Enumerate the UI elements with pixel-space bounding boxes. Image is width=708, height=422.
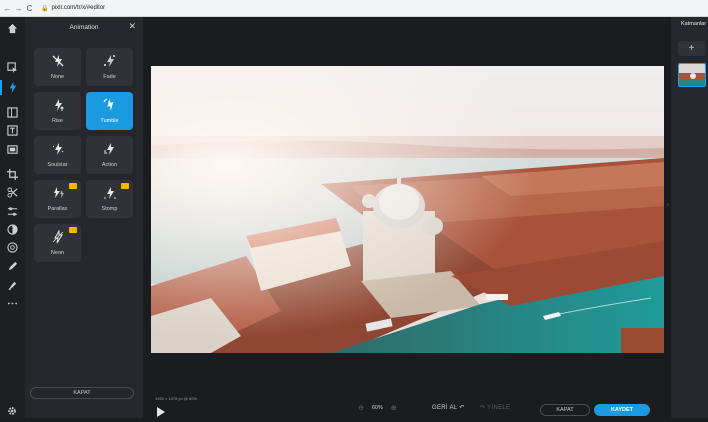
zoom-out-icon[interactable]: ⊖ [358, 404, 364, 412]
save-button[interactable]: KAYDET [594, 404, 650, 416]
tile-label: None [50, 74, 65, 80]
close-icon[interactable]: ✕ [128, 21, 136, 32]
bottom-bar [143, 401, 671, 418]
reload-button[interactable]: C [24, 4, 35, 13]
adjust-icon[interactable] [6, 205, 19, 218]
filter-icon[interactable] [6, 223, 19, 236]
arrange-icon[interactable] [6, 61, 19, 74]
animation-tile-soulstar[interactable]: Soulstar [34, 136, 81, 174]
animation-tile-neon[interactable]: Neon [34, 224, 81, 262]
crop-icon[interactable] [6, 168, 19, 181]
rise-icon [54, 99, 64, 111]
more-icon[interactable] [6, 297, 19, 310]
url-field[interactable]: pixlr.com/tr/x/#editor [51, 5, 105, 11]
zoom-controls: ⊖ 60% ⊕ [358, 404, 397, 412]
soulstar-icon [52, 143, 63, 155]
tile-label: Stomp [101, 206, 118, 212]
settings-gear-icon[interactable] [7, 403, 17, 415]
panel-close-button[interactable]: KAPAT [30, 387, 134, 399]
animation-tile-none[interactable]: None [34, 48, 81, 86]
back-button[interactable]: ← [2, 4, 13, 13]
close-button[interactable]: KAPAT [540, 404, 590, 416]
add-layer-button[interactable]: + [678, 41, 705, 56]
animation-tile-tumble[interactable]: Tumble [86, 92, 133, 130]
liquify-icon[interactable] [6, 279, 19, 292]
no-animation-icon [52, 55, 63, 67]
animation-tile-fade[interactable]: Fade [86, 48, 133, 86]
zoom-value: 60% [371, 405, 383, 411]
animate-icon[interactable] [0, 80, 19, 95]
tile-label: Soulstar [47, 162, 68, 168]
collapse-chevron-icon[interactable]: › [667, 202, 672, 214]
zoom-in-icon[interactable]: ⊕ [391, 404, 397, 412]
premium-badge-icon [69, 183, 77, 189]
tile-label: Tumble [100, 118, 119, 124]
tile-label: Fade [103, 74, 116, 80]
draw-icon[interactable] [6, 260, 19, 273]
premium-badge-icon [69, 227, 77, 233]
tile-label: Rise [51, 118, 63, 124]
forward-button[interactable]: → [13, 4, 24, 13]
text-icon[interactable] [6, 124, 19, 137]
neon-icon [52, 230, 63, 244]
tile-label: Parallax [47, 206, 68, 212]
action-icon [103, 143, 114, 155]
retouch-icon[interactable] [6, 241, 19, 254]
play-icon[interactable] [156, 404, 165, 417]
premium-badge-icon [121, 183, 129, 189]
home-icon[interactable] [6, 22, 19, 35]
canvas-photo[interactable] [151, 66, 664, 353]
layer-thumbnail[interactable] [678, 63, 706, 87]
undo-button[interactable]: GERİ AL ↶ [432, 404, 465, 411]
tool-rail [0, 17, 25, 418]
fade-icon [103, 55, 115, 67]
panel-title: Animation [69, 23, 99, 31]
tile-label: Action [101, 162, 118, 168]
tumble-icon [103, 98, 113, 112]
stomp-icon [103, 187, 116, 199]
browser-url-bar: ← → C 🔒 pixlr.com/tr/x/#editor [0, 0, 708, 17]
cutout-icon[interactable] [6, 186, 19, 199]
animation-tile-parallax[interactable]: Parallax [34, 180, 81, 218]
layout-icon[interactable] [6, 106, 19, 119]
redo-button[interactable]: ↷ YİNELE [480, 404, 510, 411]
animation-tile-stomp[interactable]: Stomp [86, 180, 133, 218]
parallax-icon [53, 187, 64, 198]
frame-icon[interactable] [6, 143, 19, 156]
animation-tile-rise[interactable]: Rise [34, 92, 81, 130]
tile-label: Neon [50, 250, 65, 256]
animation-tile-action[interactable]: Action [86, 136, 133, 174]
layers-title: Katmanlar [681, 21, 707, 27]
animation-panel: Animation ✕ None Fade Rise Tumble Soulst… [25, 17, 143, 418]
lock-icon: 🔒 [41, 5, 49, 12]
